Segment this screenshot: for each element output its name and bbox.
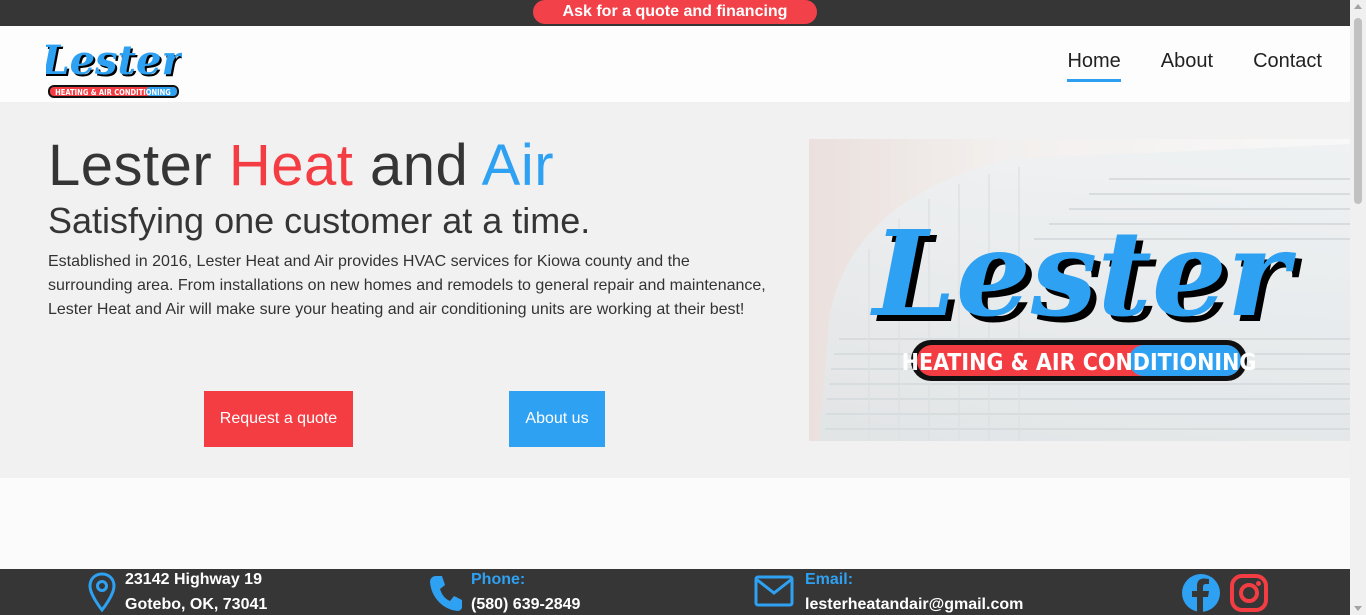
top-banner: Ask for a quote and financing options — [0, 0, 1350, 44]
nav-about[interactable]: About — [1161, 50, 1213, 82]
hero-subtitle: Satisfying one customer at a time. — [48, 200, 591, 241]
main-nav: Home About Contact — [1067, 50, 1322, 82]
site-header: Lester Lester HEATING & AIR CONDITIONING… — [0, 26, 1350, 102]
phone-label: Phone: — [471, 571, 526, 588]
email-label: Email: — [805, 571, 854, 588]
phone-number[interactable]: (580) 639-2849 — [471, 596, 580, 614]
nav-contact[interactable]: Contact — [1253, 50, 1322, 82]
lester-logo-graphic: Lester Lester HEATING & AIR CONDITIONING — [40, 37, 187, 98]
scroll-up-arrow-icon[interactable] — [1354, 4, 1362, 9]
envelope-icon — [754, 575, 794, 612]
hero-title-and: and — [353, 133, 482, 198]
location-pin-icon — [88, 572, 116, 615]
instagram-icon[interactable] — [1229, 573, 1269, 615]
hero-title-lester: Lester — [48, 133, 229, 198]
phone-icon — [428, 574, 464, 615]
hero-title-heat: Heat — [228, 133, 354, 198]
request-quote-button[interactable]: Request a quote — [204, 391, 353, 447]
page-scrollbar[interactable] — [1350, 0, 1366, 615]
promo-pill[interactable]: Ask for a quote and financing options — [533, 0, 817, 44]
ac-unit-logo-image: Lester Lester HEATING & AIR CONDITIONING — [809, 139, 1350, 441]
facebook-icon[interactable] — [1181, 573, 1221, 615]
address-line2: Gotebo, OK, 73041 — [125, 596, 268, 613]
hero-description: Established in 2016, Lester Heat and Air… — [48, 253, 766, 318]
hero-section: Lester Heat and Air Satisfying one custo… — [0, 102, 1350, 478]
image-logo-tagline: HEATING & AIR CONDITIONING — [902, 350, 1257, 376]
about-us-button[interactable]: About us — [509, 391, 605, 447]
logo-script: Lester — [46, 37, 182, 84]
scroll-down-arrow-icon[interactable] — [1354, 606, 1362, 611]
hero-title: Lester Heat and Air — [48, 132, 554, 199]
image-logo-script: Lester — [870, 204, 1297, 343]
scrollbar-thumb[interactable] — [1354, 18, 1362, 204]
hero-image: Lester Lester HEATING & AIR CONDITIONING — [809, 139, 1350, 441]
address-line1: 23142 Highway 19 — [125, 571, 262, 588]
nav-home[interactable]: Home — [1067, 50, 1121, 82]
hero-title-air: Air — [481, 133, 555, 198]
contact-footer: 23142 Highway 19 Gotebo, OK, 73041 Phone… — [0, 569, 1350, 615]
email-address[interactable]: lesterheatandair@gmail.com — [805, 596, 1023, 614]
logo-tagline: HEATING & AIR CONDITIONING — [55, 88, 171, 97]
site-logo[interactable]: Lester Lester HEATING & AIR CONDITIONING — [40, 30, 187, 100]
